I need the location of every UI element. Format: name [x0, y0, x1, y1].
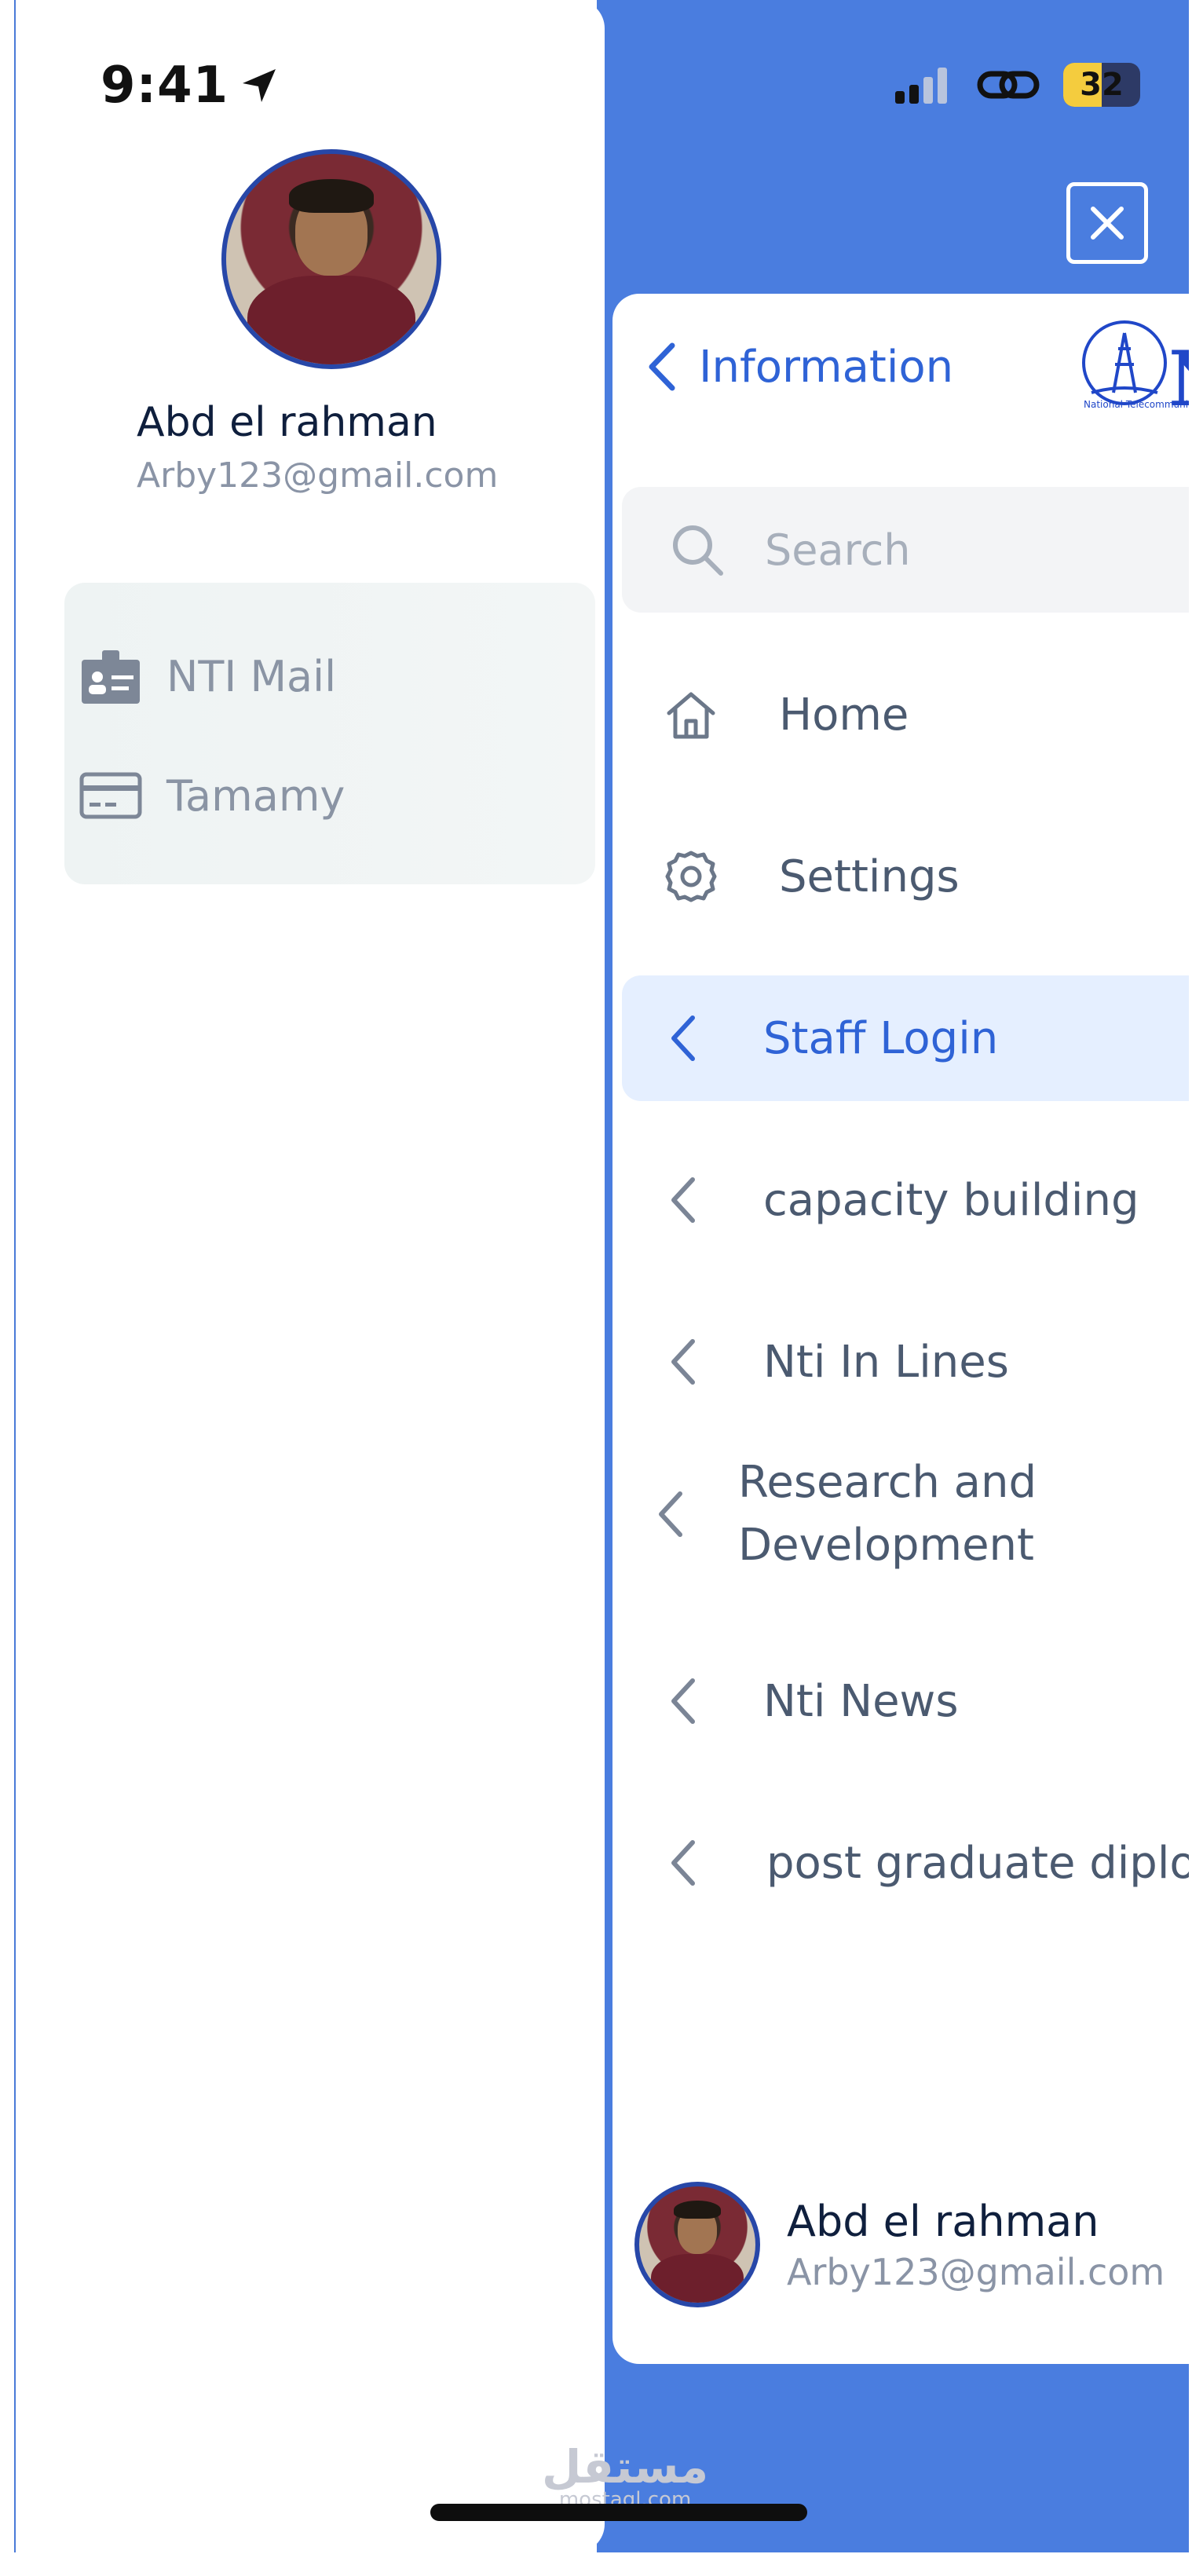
user-email: Arby123@gmail.com: [137, 456, 499, 496]
avatar[interactable]: [221, 149, 441, 369]
user-name: Abd el rahman: [137, 399, 437, 446]
status-bar-right: 32: [895, 63, 1140, 107]
nav-item-staff-login[interactable]: Staff Login: [622, 975, 1189, 1101]
nav-item-settings[interactable]: Settings: [622, 814, 1189, 939]
link-icon: [977, 71, 1040, 99]
search-bar[interactable]: [622, 487, 1189, 613]
watermark-arabic: مستقل: [542, 2440, 709, 2494]
search-icon: [673, 525, 723, 576]
nav-item-label: Research and Development: [738, 1457, 1037, 1571]
drawer-menu: [64, 583, 595, 884]
credit-card-icon: [79, 772, 142, 819]
search-input[interactable]: [765, 525, 1157, 575]
nav-item-label: capacity building: [763, 1174, 1139, 1226]
avatar: [634, 2182, 760, 2307]
nav-item-label: Settings: [779, 851, 960, 902]
gear-icon: [665, 851, 717, 902]
status-time: 9:41: [101, 57, 279, 115]
nav-item-label: post graduate diplom: [766, 1837, 1189, 1889]
drawer-item-label: Tamamy: [166, 770, 346, 821]
close-button[interactable]: [1066, 182, 1148, 264]
close-icon: [1091, 207, 1124, 240]
nav-item-capacity-building[interactable]: capacity building: [622, 1137, 1189, 1263]
user-email: Arby123@gmail.com: [787, 2250, 1165, 2293]
nav-item-nti-in-lines[interactable]: Nti In Lines: [622, 1299, 1189, 1425]
nav-item-label: Staff Login: [763, 1012, 999, 1064]
chevron-left-icon: [671, 1177, 695, 1223]
home-icon: [667, 692, 715, 739]
chevron-left-icon: [671, 1840, 695, 1886]
watermark: مستقل mostaql.com: [542, 2444, 708, 2510]
id-badge-icon: [82, 650, 140, 704]
nav-item-label: Nti In Lines: [763, 1336, 1009, 1388]
clock-text: 9:41: [101, 57, 229, 115]
drawer-item-nti-mail[interactable]: NTI Mail: [79, 644, 336, 708]
chevron-left-icon: [671, 1015, 695, 1061]
side-drawer: 9:41 Abd el rahman Arby123@gmail.com NTI…: [16, 0, 605, 2552]
location-arrow-icon: [243, 69, 276, 102]
nav-item-research-development[interactable]: Research and Development: [622, 1436, 1189, 1593]
battery-indicator: 32: [1063, 63, 1140, 107]
panel-title: Information: [699, 341, 954, 393]
panel-user-profile[interactable]: Abd el rahman Arby123@gmail.com: [634, 2182, 1165, 2307]
battery-level: 32: [1080, 67, 1124, 103]
logo-subtext: National Telecommunication Institute: [1084, 399, 1189, 410]
logo-text: NTI: [1168, 335, 1189, 423]
home-indicator[interactable]: [430, 2504, 807, 2521]
nav-item-label: Nti News: [763, 1675, 959, 1727]
nav-item-nti-news[interactable]: Nti News: [622, 1638, 1189, 1764]
user-name: Abd el rahman: [787, 2196, 1099, 2246]
app-screen: 32 Information NTI National Telecommunic…: [14, 0, 1189, 2552]
drawer-item-tamamy[interactable]: Tamamy: [79, 763, 345, 828]
chevron-left-icon: [671, 1678, 695, 1724]
drawer-item-label: NTI Mail: [166, 651, 337, 701]
signal-icon: [895, 68, 947, 104]
chevron-left-icon: [671, 1339, 695, 1385]
chevron-left-icon: [659, 1491, 682, 1537]
nav-item-label: Home: [779, 689, 909, 741]
screen-edge: [1189, 0, 1203, 2576]
back-button[interactable]: Information: [644, 341, 953, 393]
nav-item-home[interactable]: Home: [622, 652, 1189, 778]
chevron-left-icon: [649, 342, 675, 391]
navigation-panel: Information NTI National Telecommunicati…: [612, 294, 1189, 2364]
nav-item-post-graduate[interactable]: post graduate diplom: [622, 1800, 1189, 1926]
